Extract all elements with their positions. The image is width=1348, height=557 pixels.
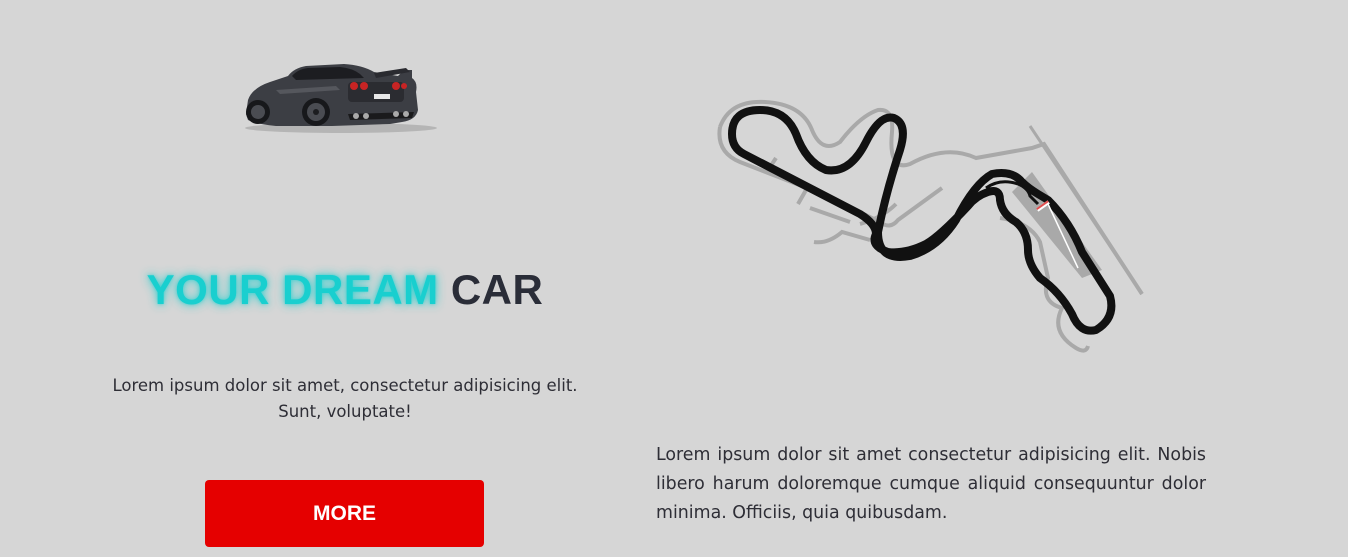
hero-title: YOUR DREAM CAR xyxy=(0,266,690,314)
car-image xyxy=(245,64,437,133)
page: YOUR DREAM CAR Lorem ipsum dolor sit ame… xyxy=(0,0,1348,557)
more-button[interactable]: MORE xyxy=(205,480,484,547)
race-track-map xyxy=(717,99,1144,353)
hero-tagline: Lorem ipsum dolor sit amet, consectetur … xyxy=(112,376,578,421)
hero-title-rest: CAR xyxy=(450,266,544,313)
hero-title-accent: YOUR DREAM xyxy=(146,266,439,313)
track-description: Lorem ipsum dolor sit amet consectetur a… xyxy=(656,445,1206,523)
